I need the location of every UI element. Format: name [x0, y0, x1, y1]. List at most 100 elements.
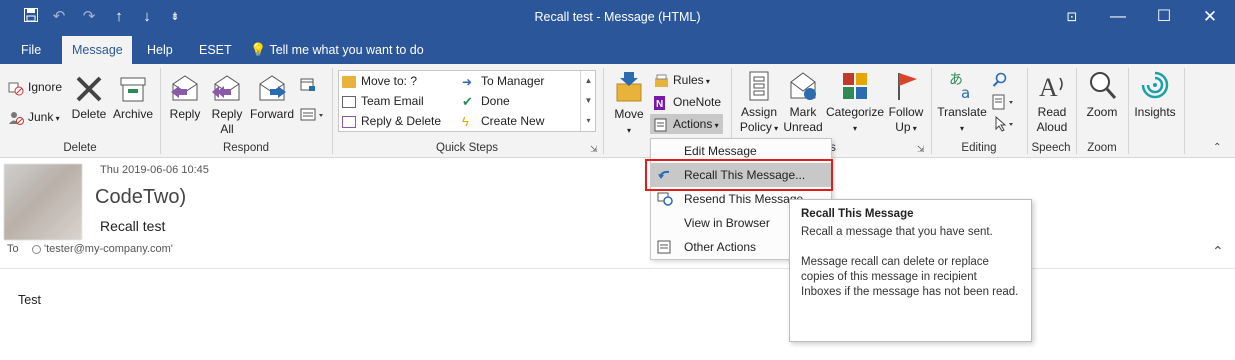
- move-icon: [616, 72, 642, 102]
- follow-up-button[interactable]: Follow Up ▾: [886, 70, 926, 136]
- categorize-icon: [843, 73, 867, 99]
- select-icon[interactable]: [994, 115, 1020, 132]
- ignore-button[interactable]: Ignore: [8, 77, 62, 97]
- quick-step-move-to[interactable]: Move to: ?: [342, 71, 417, 91]
- assign-policy-label-1: Assign: [740, 105, 778, 119]
- quick-step-team-email[interactable]: Team Email: [342, 91, 424, 111]
- forward-label: Forward: [249, 107, 294, 121]
- onenote-icon: N: [654, 95, 665, 110]
- translate-label: Translate: [937, 105, 987, 119]
- lightbulb-icon: 💡: [250, 42, 267, 57]
- quick-steps-gallery: Move to: ? Team Email Reply & Delete ➜ To…: [338, 70, 596, 132]
- rules-button[interactable]: Rules ▾: [654, 70, 710, 90]
- junk-button[interactable]: Junk ▾: [8, 107, 60, 127]
- assign-policy-label-2: Policy: [739, 120, 772, 134]
- zoom-button[interactable]: Zoom: [1080, 70, 1124, 120]
- translate-button[interactable]: あa Translate ▾: [934, 70, 990, 136]
- follow-up-label-1: Follow: [888, 105, 924, 119]
- delete-button[interactable]: Delete: [70, 74, 108, 122]
- insights-label: Insights: [1134, 105, 1176, 119]
- title-bar: ↶ ↷ ↑ ↓ ⇟ Recall test - Message (HTML) ⊡…: [0, 0, 1235, 36]
- assign-policy-button[interactable]: Assign Policy ▾: [736, 70, 782, 136]
- reply-all-button[interactable]: Reply All: [208, 74, 246, 137]
- to-label: To: [7, 243, 19, 255]
- quick-step-label: To Manager: [481, 74, 545, 88]
- group-separator: [603, 68, 604, 154]
- related-icon[interactable]: [992, 94, 1018, 110]
- edit-message-icon: [657, 144, 673, 158]
- ignore-label: Ignore: [28, 80, 63, 94]
- reply-button[interactable]: Reply: [166, 74, 204, 122]
- collapse-ribbon-icon[interactable]: ⌃: [1213, 142, 1221, 153]
- more-respond-icon[interactable]: [300, 108, 326, 122]
- folder-icon: [342, 75, 356, 88]
- maximize-button[interactable]: ☐: [1141, 0, 1187, 34]
- forward-icon: [259, 75, 286, 101]
- actions-button[interactable]: Actions ▾: [650, 114, 723, 134]
- tooltip-line-2: Message recall can delete or replace cop…: [801, 256, 1019, 298]
- group-separator: [1184, 68, 1185, 154]
- tell-me-search[interactable]: 💡 Tell me what you want to do: [240, 36, 434, 64]
- menu-item-label: View in Browser: [684, 216, 770, 230]
- delete-group-label: Delete: [63, 142, 97, 154]
- archive-icon: [120, 77, 146, 102]
- quick-steps-group-label: Quick Steps: [436, 142, 498, 154]
- move-label: Move: [614, 107, 644, 121]
- tooltip-title: Recall This Message: [801, 208, 914, 220]
- collapse-header-icon[interactable]: ⌃: [1212, 243, 1224, 260]
- header-divider: [0, 268, 1235, 269]
- dialog-launcher-icon[interactable]: ⇲: [590, 144, 598, 155]
- rules-icon: [655, 74, 668, 87]
- message-sender[interactable]: CodeTwo): [95, 186, 186, 209]
- move-button[interactable]: Move ▾: [610, 70, 648, 138]
- archive-button[interactable]: Archive: [110, 74, 156, 122]
- onenote-label: OneNote: [673, 95, 722, 109]
- zoom-group-label: Zoom: [1087, 142, 1117, 154]
- meeting-reply-icon[interactable]: [300, 78, 316, 92]
- group-separator: [1128, 68, 1129, 154]
- quick-steps-scroll[interactable]: ▲ ▼ ▾: [580, 71, 596, 131]
- categorize-label: Categorize: [825, 105, 885, 119]
- quick-step-label: Move to: ?: [361, 74, 418, 88]
- translate-icon: あa: [949, 72, 970, 102]
- recall-tooltip: Recall This Message Recall a message tha…: [789, 199, 1032, 342]
- quick-step-reply-delete[interactable]: Reply & Delete: [342, 111, 441, 131]
- read-aloud-label-2: Aloud: [1036, 120, 1068, 134]
- actions-label: Actions: [673, 117, 713, 131]
- message-subject: Recall test: [100, 218, 166, 234]
- quick-step-to-manager[interactable]: ➜ To Manager: [462, 71, 544, 91]
- resend-icon: [657, 192, 673, 206]
- minimize-button[interactable]: —: [1095, 0, 1141, 34]
- tab-help[interactable]: Help: [137, 36, 183, 64]
- tab-file[interactable]: File: [11, 36, 51, 64]
- mark-unread-icon: [790, 72, 816, 100]
- quick-step-label: Done: [481, 94, 510, 108]
- find-icon[interactable]: [992, 72, 1008, 88]
- quick-step-done[interactable]: ✔ Done: [462, 91, 510, 111]
- recipient[interactable]: 'tester@my-company.com': [32, 243, 173, 255]
- actions-icon: [654, 118, 667, 132]
- tab-message[interactable]: Message: [62, 36, 132, 64]
- read-aloud-icon: A: [1039, 73, 1063, 102]
- insights-button[interactable]: Insights: [1130, 70, 1180, 120]
- reply-all-label-2: All: [220, 122, 234, 136]
- onenote-button[interactable]: N OneNote: [654, 92, 721, 112]
- quick-step-label: Reply & Delete: [361, 114, 442, 128]
- read-aloud-label-1: Read: [1037, 105, 1067, 119]
- dialog-launcher-icon[interactable]: ⇲: [917, 144, 925, 155]
- close-button[interactable]: ✕: [1187, 0, 1233, 34]
- ribbon: Ignore Junk ▾ Delete Archive Delete Repl…: [0, 64, 1235, 158]
- other-actions-icon: [657, 240, 671, 254]
- assign-policy-icon: [749, 71, 769, 101]
- quick-step-create-new[interactable]: ϟ Create New: [462, 111, 544, 131]
- tab-eset[interactable]: ESET: [189, 36, 242, 64]
- reply-label: Reply: [169, 107, 201, 121]
- ribbon-display-icon[interactable]: ⊡: [1049, 0, 1095, 34]
- archive-label: Archive: [112, 107, 153, 121]
- categorize-button[interactable]: Categorize ▾: [824, 70, 886, 136]
- forward-button[interactable]: Forward: [248, 74, 296, 122]
- mark-unread-button[interactable]: Mark Unread: [782, 70, 824, 135]
- editing-group-label: Editing: [961, 142, 997, 154]
- read-aloud-button[interactable]: A Read Aloud: [1030, 70, 1074, 135]
- quick-step-label: Create New: [481, 114, 545, 128]
